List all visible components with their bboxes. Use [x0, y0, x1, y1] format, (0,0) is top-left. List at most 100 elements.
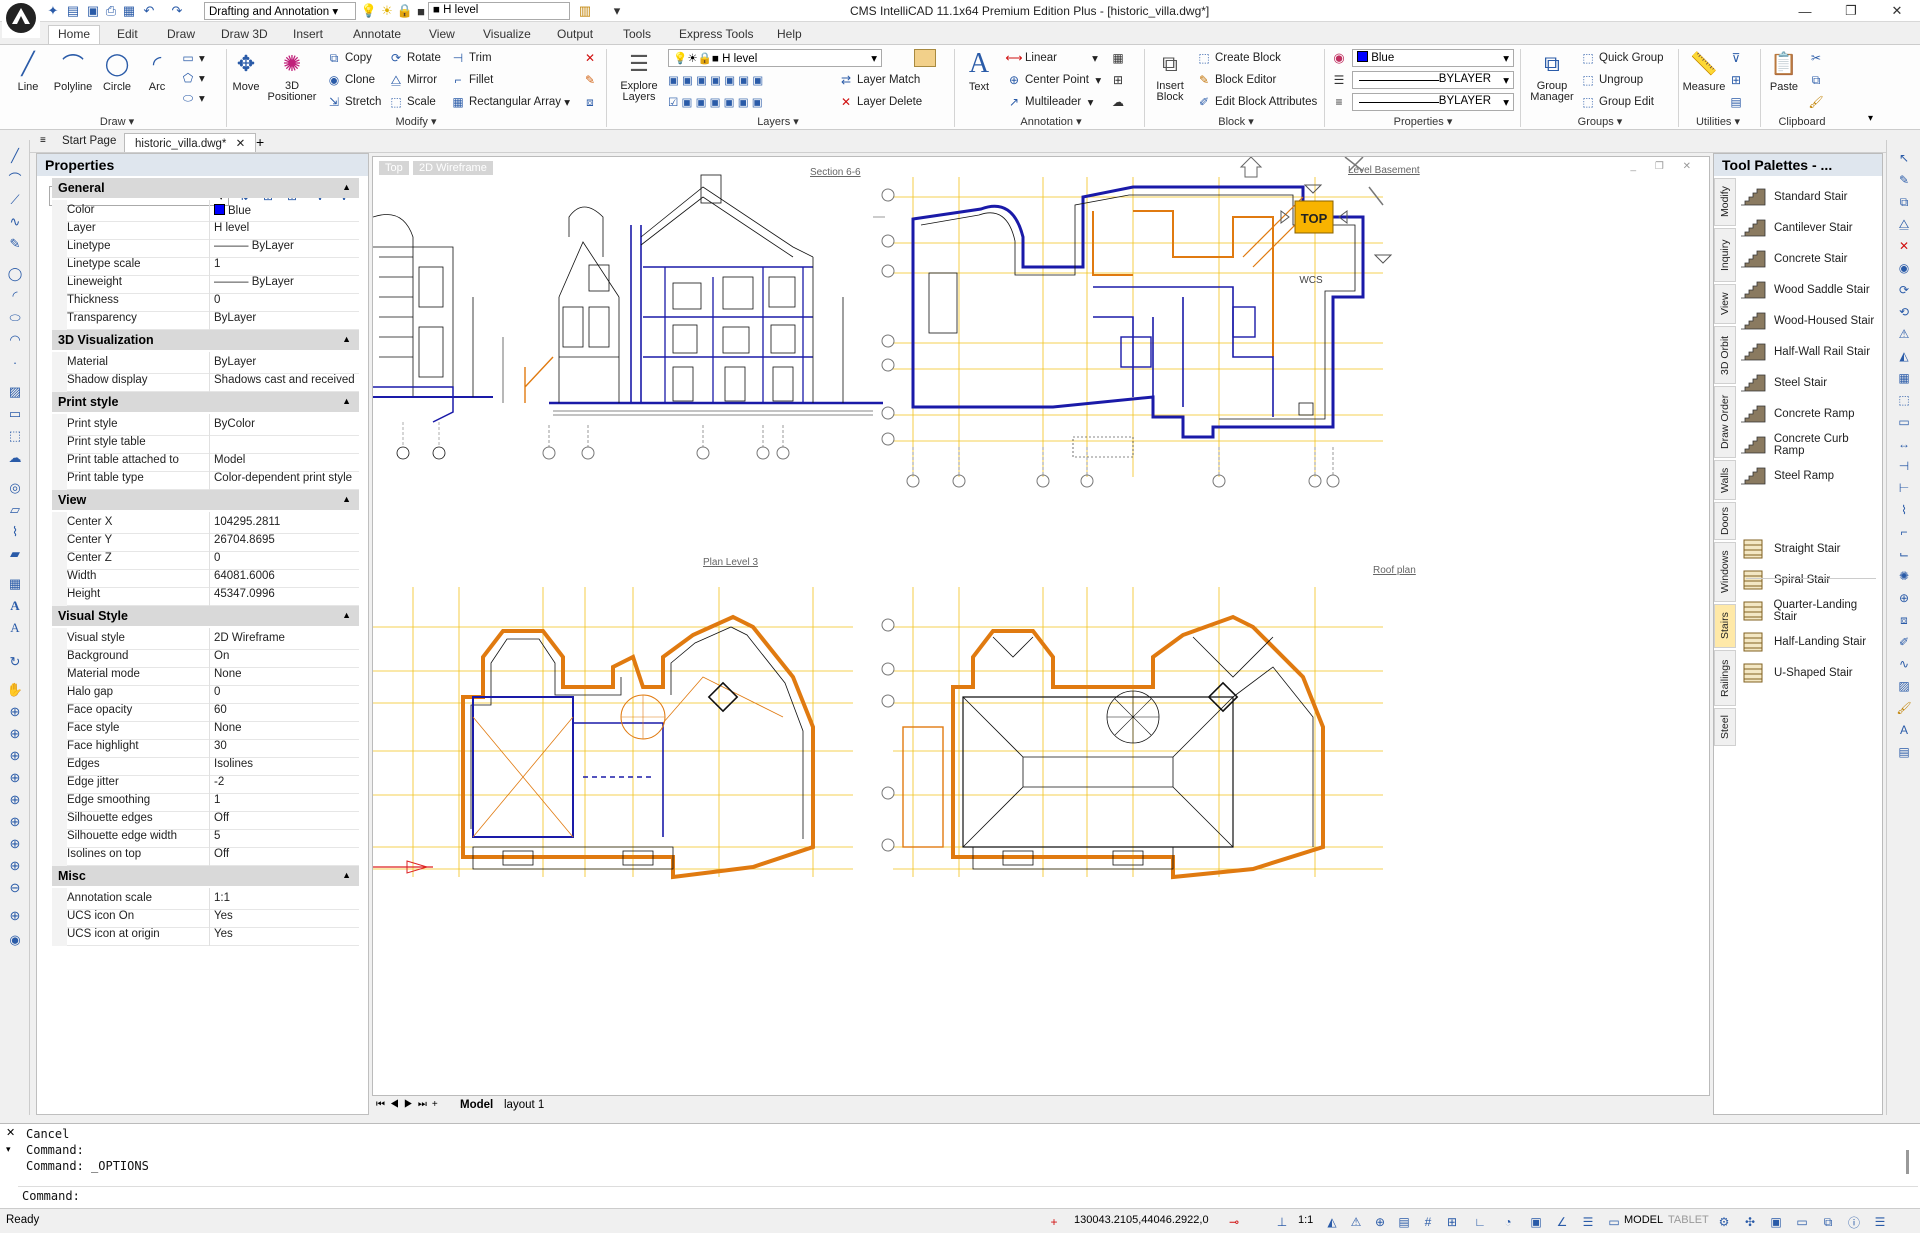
command-scrollbar[interactable] — [1906, 1150, 1909, 1174]
property-row[interactable]: Print table type Color-dependent print st… — [52, 468, 359, 490]
status-model[interactable]: MODEL — [1624, 1214, 1663, 1226]
point-tool-icon[interactable]: · — [5, 352, 25, 372]
snap-icon[interactable]: ⊸ — [1224, 1213, 1244, 1231]
fillet-button[interactable]: ⌐ Fillet — [450, 71, 493, 89]
circle-tool-icon[interactable]: ◯ — [5, 264, 25, 284]
property-value[interactable]: Isolines — [214, 758, 354, 770]
cloud-tool-icon[interactable]: ☁ — [5, 448, 25, 468]
property-value[interactable]: 64081.6006 — [214, 570, 354, 582]
hatch-button[interactable]: ⬠ ▾ — [180, 69, 205, 87]
tab-insert[interactable]: Insert — [284, 26, 332, 42]
ungroup-button[interactable]: ⬚ Ungroup — [1580, 71, 1643, 89]
revision-cloud-button[interactable]: ☁ — [1110, 93, 1129, 111]
wipeout-tool-icon[interactable]: ▱ — [5, 500, 25, 520]
zoom-previous-icon[interactable]: ⊕ — [5, 746, 25, 766]
quick-select-button[interactable]: ⊽ — [1728, 49, 1747, 67]
property-value[interactable]: 2D Wireframe — [214, 632, 354, 644]
open-file-icon[interactable]: ▤ — [64, 2, 82, 20]
modify-group-label[interactable]: Modify ▾ — [230, 115, 602, 128]
close-icon[interactable]: ✕ — [1874, 0, 1920, 22]
clipboard-group-label[interactable]: Clipboard — [1766, 116, 1838, 128]
property-row[interactable]: Transparency ByLayer — [52, 308, 359, 330]
chamfer-tool-icon[interactable]: ⌐ — [1894, 522, 1914, 542]
isolate-icon[interactable]: ✣ — [1740, 1213, 1760, 1231]
new-tab-icon[interactable]: + — [256, 134, 264, 150]
property-value[interactable]: 45347.0996 — [214, 588, 354, 600]
revcloud-tool-icon[interactable]: ⌇ — [5, 522, 25, 542]
layout-nav-icons[interactable]: ⏮◀▶⏭+ — [376, 1099, 443, 1110]
linetype-dropdown[interactable]: BYLAYER ▾ — [1352, 71, 1514, 89]
arc-button[interactable]: ◜ Arc — [140, 49, 174, 93]
tab-draw[interactable]: Draw — [158, 26, 204, 42]
dim-style-button[interactable]: ⊞ — [1110, 71, 1129, 89]
zoom-scale-icon[interactable]: ⊕ — [5, 790, 25, 810]
drawing-canvas[interactable]: Top 2D Wireframe _ ❐ ✕ Section 6-6 Level… — [372, 156, 1710, 1096]
print-icon[interactable]: ⎙ — [102, 2, 120, 20]
workspace-select[interactable]: Drafting and Annotation ▾ — [204, 2, 356, 20]
undo-icon[interactable]: ↶ — [140, 2, 158, 20]
collapse-caret-icon[interactable]: ▲ — [342, 334, 351, 344]
property-value[interactable]: Shadows cast and received — [214, 374, 354, 386]
lengthen-tool-icon[interactable]: ↔ — [1894, 434, 1914, 454]
annotation-visibility-icon[interactable]: ◭ — [1322, 1213, 1342, 1231]
palette-tool-item[interactable]: Standard Stair — [1738, 182, 1848, 212]
start-page-tab[interactable]: Start Page — [52, 133, 126, 152]
erase-tool-icon[interactable]: ✕ — [1894, 236, 1914, 256]
trim-button[interactable]: ⊣ Trim — [450, 49, 492, 67]
group-edit-button[interactable]: ⬚ Group Edit — [1580, 93, 1654, 111]
polyline-button[interactable]: ⌒ Polyline — [50, 49, 96, 93]
layers-group-label[interactable]: Layers ▾ — [614, 115, 942, 128]
xline-tool-icon[interactable]: ⟋ — [5, 190, 25, 210]
ddedit-tool-icon[interactable]: A — [1894, 720, 1914, 740]
property-value[interactable]: On — [214, 650, 354, 662]
tab-help[interactable]: Help — [768, 26, 811, 42]
explode-button[interactable]: ✎ — [582, 71, 601, 89]
3d-positioner-button[interactable]: ✺ 3D Positioner — [266, 49, 318, 103]
property-value[interactable]: ——— ByLayer — [214, 240, 354, 252]
color-dropdown[interactable]: Blue ▾ — [1352, 49, 1514, 67]
property-value[interactable]: 0 — [214, 686, 354, 698]
property-value[interactable]: 26704.8695 — [214, 534, 354, 546]
calculator-button[interactable]: ▤ — [1728, 93, 1747, 111]
collapse-caret-icon[interactable]: ▲ — [342, 610, 351, 620]
qat-customize-icon[interactable]: ▾ — [608, 2, 626, 20]
donut-tool-icon[interactable]: ◎ — [5, 478, 25, 498]
block-group-label[interactable]: Block ▾ — [1150, 115, 1322, 128]
bulb-icon[interactable]: 💡 — [360, 2, 378, 20]
tab-home[interactable]: Home — [48, 25, 101, 45]
section-header[interactable]: Print style ▲ — [52, 392, 359, 412]
section-header[interactable]: 3D Visualization ▲ — [52, 330, 359, 350]
rotate-tool-icon[interactable]: ⟳ — [1894, 280, 1914, 300]
command-close-icon[interactable]: ✕ — [6, 1126, 15, 1139]
region-tool-icon[interactable]: ▭ — [5, 404, 25, 424]
property-row[interactable]: Height 45347.0996 — [52, 584, 359, 606]
linear-dim-button[interactable]: ⟷ Linear ▾ — [1005, 49, 1097, 67]
property-value[interactable]: Off — [214, 848, 354, 860]
mtext-tool-icon[interactable]: A — [5, 596, 25, 616]
palette-tool-item[interactable]: Steel Stair — [1738, 368, 1827, 398]
pan-tool-icon[interactable]: ✋ — [5, 680, 25, 700]
zoom-out-icon[interactable]: ⊖ — [5, 878, 25, 898]
explode-tool-icon[interactable]: ✺ — [1894, 566, 1914, 586]
sketch-tool-icon[interactable]: ✎ — [5, 234, 25, 254]
circle-button[interactable]: ◯ Circle — [98, 49, 136, 93]
move-button[interactable]: ✥ Move — [230, 49, 262, 93]
viewcube[interactable]: TOP WCS — [1239, 157, 1393, 286]
palette-tool-item[interactable]: Quarter-Landing Stair — [1738, 596, 1882, 626]
section-header[interactable]: General ▲ — [52, 178, 359, 198]
orbit-tool-icon[interactable]: ◉ — [1894, 258, 1914, 278]
block-editor-button[interactable]: ✎ Block Editor — [1196, 71, 1276, 89]
utilities-group-label[interactable]: Utilities ▾ — [1682, 115, 1754, 128]
palette-tool-item[interactable]: Concrete Curb Ramp — [1738, 430, 1882, 460]
ui-lock-icon[interactable]: ▭ — [1792, 1213, 1812, 1231]
section-header[interactable]: View ▲ — [52, 490, 359, 510]
quick-group-button[interactable]: ⬚ Quick Group — [1580, 49, 1663, 67]
splinedit-tool-icon[interactable]: ∿ — [1894, 654, 1914, 674]
rectangle-button[interactable]: ▭ ▾ — [180, 49, 204, 67]
layer-tools-row2[interactable]: ☑ ▣ ▣ ▣ ▣ ▣ ▣ — [668, 93, 763, 111]
info-icon[interactable]: ⓘ — [1844, 1213, 1864, 1231]
print-preview-icon[interactable]: ▦ — [120, 2, 138, 20]
group-manager-button[interactable]: ⧉ Group Manager — [1526, 49, 1578, 103]
property-value[interactable]: ByLayer — [214, 312, 354, 324]
hatch-tool-icon[interactable]: ▨ — [5, 382, 25, 402]
